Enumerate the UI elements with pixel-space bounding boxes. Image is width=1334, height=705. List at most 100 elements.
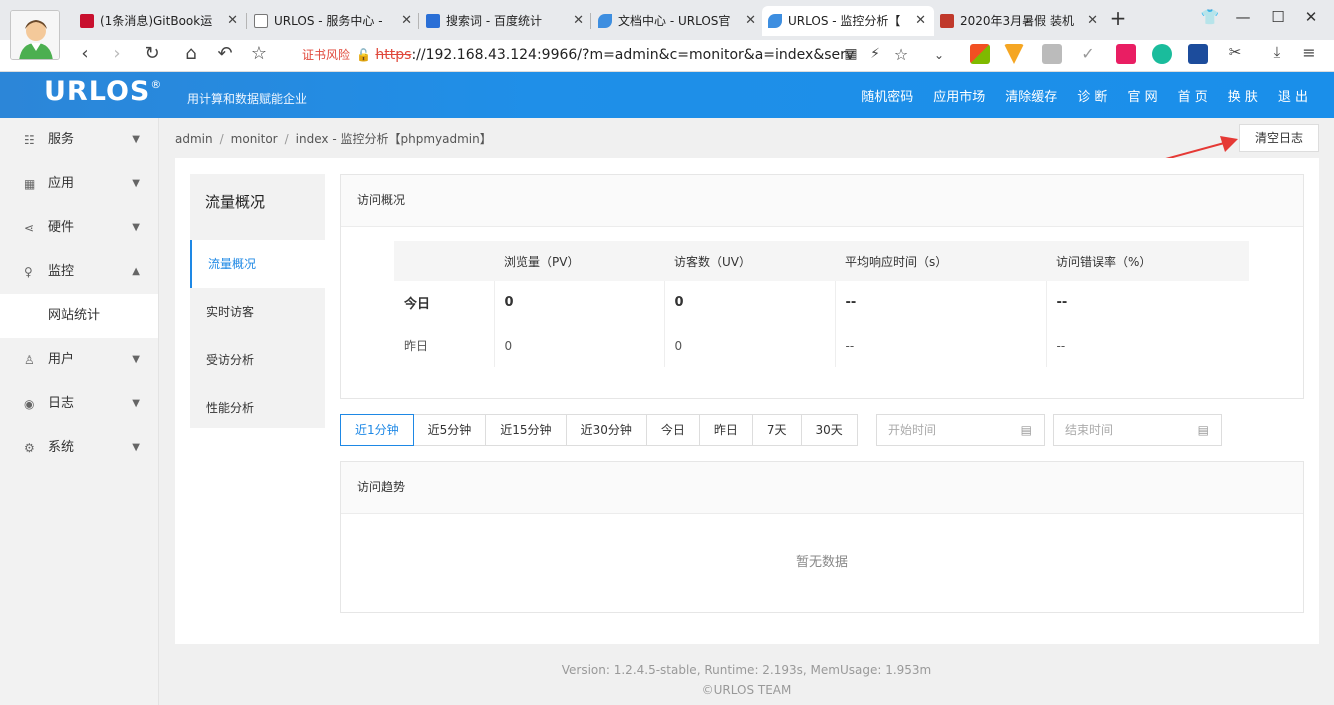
menu-app-market[interactable]: 应用市场 xyxy=(933,86,985,105)
menu-clear-cache[interactable]: 清除缓存 xyxy=(1005,86,1057,105)
range-today-button[interactable]: 今日 xyxy=(646,414,700,446)
table-cell: 昨日 xyxy=(404,339,429,353)
scissors-icon[interactable]: ✂ xyxy=(1224,43,1246,61)
sub-nav-traffic[interactable]: 流量概况 xyxy=(190,240,325,288)
breadcrumb-current: 监控分析【phpmyadmin】 xyxy=(340,132,492,146)
top-menu: 随机密码 应用市场 清除缓存 诊 断 官 网 首 页 换 肤 退 出 xyxy=(841,86,1308,105)
menu-random-password[interactable]: 随机密码 xyxy=(861,86,913,105)
address-bar[interactable]: 证书风险 🔓 https://192.168.43.124:9966/?m=adm… xyxy=(290,42,922,68)
new-tab-button[interactable]: + xyxy=(1106,6,1130,30)
sidebar-item-site-stats[interactable]: 网站统计 xyxy=(0,294,158,338)
translate-icon[interactable] xyxy=(1188,44,1208,64)
end-time-input[interactable]: 结束时间 ▤ xyxy=(1053,414,1222,446)
tab-urlos-service[interactable]: URLOS - 服务中心 - ✕ xyxy=(248,6,420,36)
sidebar-item-service[interactable]: ☷ 服务 ▼ xyxy=(0,118,158,162)
sidebar-item-label: 日志 xyxy=(48,396,75,411)
window-close-icon[interactable]: ✕ xyxy=(1299,8,1323,26)
vpn-icon[interactable] xyxy=(1004,44,1024,64)
sidebar-item-system[interactable]: ⚙ 系统 ▼ xyxy=(0,426,158,470)
sidebar-item-label: 硬件 xyxy=(48,220,75,235)
sidebar-item-monitor[interactable]: ♀ 监控 ▲ xyxy=(0,250,158,294)
tab-install[interactable]: 2020年3月暑假 装机 ✕ xyxy=(934,6,1106,36)
rp-icon[interactable] xyxy=(1042,44,1062,64)
menu-icon[interactable]: ≡ xyxy=(1298,43,1320,62)
app-header: URLOS® 用计算和数据赋能企业 随机密码 应用市场 清除缓存 诊 断 官 网… xyxy=(0,72,1334,118)
range-15min-button[interactable]: 近15分钟 xyxy=(486,414,567,446)
breadcrumb-monitor[interactable]: monitor xyxy=(231,132,278,146)
maximize-icon[interactable]: ☐ xyxy=(1266,8,1290,26)
tab-baidu-stats[interactable]: 搜索词 - 百度统计 ✕ xyxy=(420,6,592,36)
overview-card: 访问概况 浏览量（PV） 访客数（UV） 平均响应时间（s） 访问错误率（%） … xyxy=(340,174,1304,399)
star-icon[interactable]: ☆ xyxy=(248,43,270,64)
table-cell: -- xyxy=(1045,324,1249,367)
logo[interactable]: URLOS® xyxy=(44,76,162,107)
reload-icon[interactable]: ↻ xyxy=(141,43,163,64)
breadcrumb-separator: / xyxy=(284,132,289,146)
close-icon[interactable]: ✕ xyxy=(1087,6,1098,36)
cert-warning[interactable]: 证书风险 xyxy=(302,48,350,62)
sidebar-item-label: 监控 xyxy=(48,264,75,279)
minimize-icon[interactable]: — xyxy=(1231,8,1255,26)
back-icon[interactable]: ‹ xyxy=(74,43,96,64)
close-icon[interactable]: ✕ xyxy=(745,6,756,36)
tab-docs-center[interactable]: 文档中心 - URLOS官 ✕ xyxy=(592,6,764,36)
office-icon[interactable] xyxy=(970,44,990,64)
close-icon[interactable]: ✕ xyxy=(573,6,584,36)
menu-diagnose[interactable]: 诊 断 xyxy=(1077,86,1107,105)
range-7days-button[interactable]: 7天 xyxy=(752,414,802,446)
time-range-group: 近1分钟 近5分钟 近15分钟 近30分钟 今日 昨日 7天 30天 xyxy=(340,414,858,446)
ticket-icon[interactable] xyxy=(1116,44,1136,64)
menu-skin[interactable]: 换 肤 xyxy=(1228,86,1258,105)
url-text: ://192.168.43.124:9966/?m=admin&c=monito… xyxy=(411,47,855,63)
gear-icon: ⚙ xyxy=(24,441,35,455)
profile-avatar[interactable] xyxy=(10,10,60,60)
close-icon[interactable]: ✕ xyxy=(915,6,926,36)
clear-log-button[interactable]: 清空日志 xyxy=(1239,124,1319,152)
shirt-icon[interactable]: 👕 xyxy=(1198,8,1222,26)
table-header: 访客数（UV） xyxy=(664,241,835,281)
calendar-icon: ▤ xyxy=(1020,423,1032,437)
download-icon[interactable]: ⤓ xyxy=(1266,43,1288,61)
sidebar-item-hardware[interactable]: ⋖ 硬件 ▼ xyxy=(0,206,158,250)
start-time-input[interactable]: 开始时间 ▤ xyxy=(876,414,1045,446)
tab-separator xyxy=(418,13,419,29)
home-icon[interactable]: ⌂ xyxy=(180,43,202,64)
breadcrumb: admin / monitor / index - 监控分析【phpmyadmin】 xyxy=(175,130,492,147)
range-yesterday-button[interactable]: 昨日 xyxy=(699,414,753,446)
sub-nav-visited[interactable]: 受访分析 xyxy=(190,336,325,384)
bird-icon xyxy=(768,14,782,28)
chevron-down-icon[interactable]: ⌄ xyxy=(928,48,950,62)
range-1min-button[interactable]: 近1分钟 xyxy=(340,414,414,446)
breadcrumb-admin[interactable]: admin xyxy=(175,132,213,146)
menu-home[interactable]: 首 页 xyxy=(1178,86,1208,105)
range-5min-button[interactable]: 近5分钟 xyxy=(413,414,487,446)
tab-monitor-active[interactable]: URLOS - 监控分析【 ✕ xyxy=(762,6,934,36)
qr-icon[interactable]: ▦ xyxy=(840,46,862,62)
chevron-up-icon: ▲ xyxy=(132,266,140,277)
menu-official-site[interactable]: 官 网 xyxy=(1127,86,1157,105)
sub-nav-performance[interactable]: 性能分析 xyxy=(190,384,325,432)
footer-copyright: ©URLOS TEAM xyxy=(701,683,792,697)
tab-gitbook[interactable]: (1条消息)GitBook运 ✕ xyxy=(74,6,246,36)
sidebar-item-logs[interactable]: ◉ 日志 ▼ xyxy=(0,382,158,426)
apps-icon: ▦ xyxy=(24,177,36,191)
close-icon[interactable]: ✕ xyxy=(227,6,238,36)
bookmark-star-icon[interactable]: ☆ xyxy=(890,45,912,64)
footer: Version: 1.2.4.5-stable, Runtime: 2.193s… xyxy=(159,660,1334,700)
lightning-icon[interactable]: ⚡ xyxy=(864,46,886,62)
check-icon[interactable]: ✓ xyxy=(1078,44,1098,64)
menu-logout[interactable]: 退 出 xyxy=(1278,86,1308,105)
undo-icon[interactable]: ↶ xyxy=(214,43,236,64)
close-icon[interactable]: ✕ xyxy=(401,6,412,36)
breadcrumb-index[interactable]: index xyxy=(296,132,329,146)
sub-nav-realtime[interactable]: 实时访客 xyxy=(190,288,325,336)
csdn-icon xyxy=(80,14,94,28)
forward-icon[interactable]: › xyxy=(106,43,128,64)
tab-label: 文档中心 - URLOS官 xyxy=(618,14,731,28)
sidebar-item-apps[interactable]: ▦ 应用 ▼ xyxy=(0,162,158,206)
range-30min-button[interactable]: 近30分钟 xyxy=(566,414,647,446)
sync-icon[interactable] xyxy=(1152,44,1172,64)
sidebar-item-users[interactable]: ♙ 用户 ▼ xyxy=(0,338,158,382)
r-icon xyxy=(940,14,954,28)
range-30days-button[interactable]: 30天 xyxy=(801,414,858,446)
